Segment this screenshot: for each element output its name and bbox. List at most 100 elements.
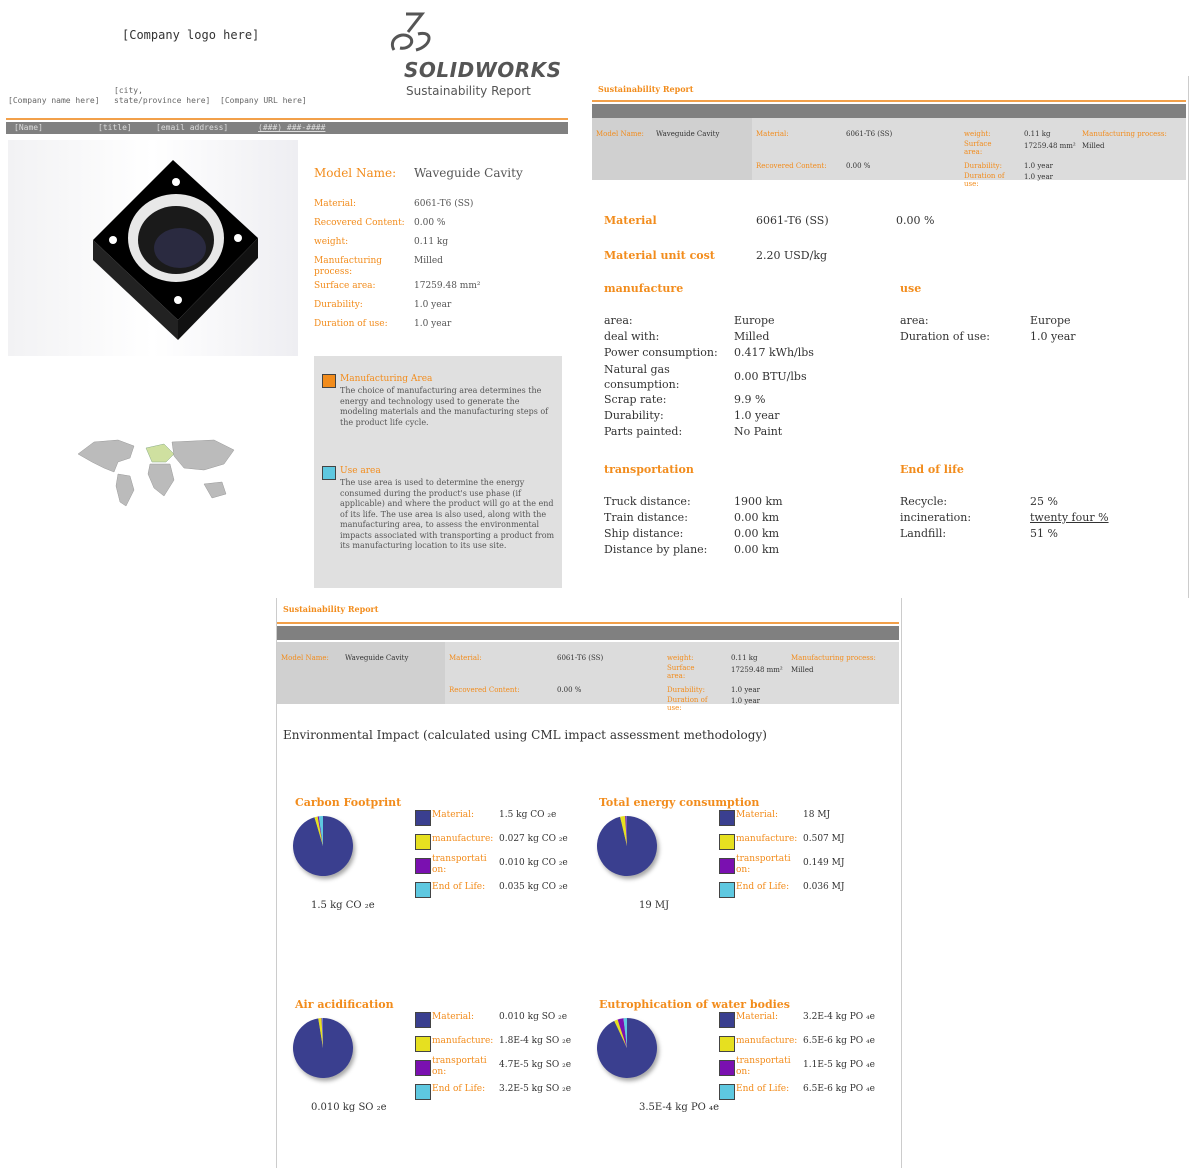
chart-total: 19 MJ: [639, 900, 670, 911]
hdr-surface-value: 17259.48 mm²: [731, 666, 783, 674]
hdr-duration-label: Duration of use:: [964, 172, 1005, 188]
legend-swatch: [415, 1036, 431, 1052]
orange-rule: [277, 622, 899, 624]
contact-name: [Name]: [14, 123, 43, 132]
legend-swatch: [719, 1060, 735, 1076]
row-label: area:: [604, 314, 633, 327]
hdr-recovered-value: 0.00 %: [846, 162, 871, 170]
hdr-recovered-label: Recovered Content:: [449, 686, 520, 694]
row-value: Europe: [734, 314, 775, 327]
legend-swatch: [415, 810, 431, 826]
row-value: twenty four %: [1030, 511, 1109, 524]
row-label: Landfill:: [900, 527, 947, 540]
manufacture-heading: manufacture: [604, 282, 684, 295]
row-value: 51 %: [1030, 527, 1058, 540]
legend-label: transportati on:: [432, 1056, 487, 1077]
hdr-surface-label: Surface area:: [667, 664, 695, 680]
legend-label: manufacture:: [736, 834, 798, 844]
header-bar: [592, 104, 1186, 118]
chart-title: Total energy consumption: [599, 796, 760, 809]
field-value: 1.0 year: [414, 300, 452, 310]
impact-chart-block: Carbon Footprint 1.5 kg CO ₂e Material: 1.5…: [293, 796, 595, 926]
row-value: 0.00 BTU/lbs: [734, 370, 807, 383]
header-bar: [277, 626, 899, 640]
row-value: 9.9 %: [734, 393, 766, 406]
legend-value: 3.2E-4 kg PO ₄e: [803, 1012, 875, 1022]
legend-label: Material:: [432, 1012, 474, 1022]
field-value: 17259.48 mm²: [414, 281, 481, 291]
row-value: 25 %: [1030, 495, 1058, 508]
use-area-swatch: [322, 466, 336, 480]
material-percent: 0.00 %: [896, 214, 935, 227]
legend-value: 0.010 kg CO ₂e: [499, 858, 568, 868]
row-label: incineration:: [900, 511, 972, 524]
legend-swatch: [415, 1084, 431, 1100]
material-cost-value: 2.20 USD/kg: [756, 249, 828, 262]
hdr-recovered-value: 0.00 %: [557, 686, 582, 694]
end-of-life-heading: End of life: [900, 463, 964, 476]
legend-swatch: [719, 1036, 735, 1052]
row-value: Europe: [1030, 314, 1071, 327]
legend-value: 18 MJ: [803, 810, 831, 820]
field-label: Surface area:: [314, 281, 376, 291]
row-label: Durability:: [604, 409, 664, 422]
material-cost-heading: Material unit cost: [604, 249, 715, 262]
chart-title: Carbon Footprint: [295, 796, 402, 809]
legend-value: 0.149 MJ: [803, 858, 845, 868]
row-label: Natural gas consumption:: [604, 363, 680, 391]
model-name-value: Waveguide Cavity: [414, 166, 523, 180]
legend-label: Material:: [432, 810, 474, 820]
legend-label: transportati on:: [432, 854, 487, 875]
row-label: Scrap rate:: [604, 393, 667, 406]
hdr-process-label: Manufacturing process:: [791, 654, 876, 662]
legend-swatch: [719, 1012, 735, 1028]
impact-chart-block: Eutrophication of water bodies 3.5E-4 kg …: [597, 998, 899, 1128]
contact-email: [email address]: [156, 123, 229, 132]
report-page-1: [Company logo here] SOLIDWORKS Sustainab…: [6, 4, 570, 594]
summary-header: Model Name: Waveguide Cavity Material: 6…: [277, 642, 899, 712]
legend-label: transportati on:: [736, 1056, 791, 1077]
manufacturing-area-title: Manufacturing Area: [340, 374, 433, 384]
pie-chart: [293, 816, 353, 876]
hdr-recovered-label: Recovered Content:: [756, 162, 827, 170]
field-label: Duration of use:: [314, 319, 388, 329]
hdr-material-value: 6061-T6 (SS): [557, 654, 604, 662]
legend-swatch: [415, 858, 431, 874]
legend-value: 0.036 MJ: [803, 882, 845, 892]
legend-label: transportati on:: [736, 854, 791, 875]
row-value: 1900 km: [734, 495, 783, 508]
field-label: Recovered Content:: [314, 218, 405, 228]
material-heading: Material: [604, 214, 657, 227]
legend-swatch: [415, 882, 431, 898]
contact-phone: (###) ###-####: [258, 123, 326, 132]
legend-swatch: [415, 1012, 431, 1028]
manufacturing-area-swatch: [322, 374, 336, 388]
chart-title: Eutrophication of water bodies: [599, 998, 791, 1011]
hdr-duration-value: 1.0 year: [1024, 173, 1053, 181]
hdr-weight-label: weight:: [667, 654, 694, 662]
legend-label: End of Life:: [432, 882, 486, 892]
hdr-process-value: Milled: [791, 666, 814, 674]
legend-value: 1.5 kg CO ₂e: [499, 810, 557, 820]
model-name-label: Model Name:: [314, 166, 397, 180]
row-value: 0.417 kWh/lbs: [734, 346, 814, 359]
row-value: No Paint: [734, 425, 783, 438]
field-value: Milled: [414, 256, 443, 266]
chart-title: Air acidification: [295, 998, 394, 1011]
report-page-3: Sustainability Report Model Name: Wavegu…: [276, 598, 902, 1168]
legend-value: 6.5E-6 kg PO ₄e: [803, 1084, 875, 1094]
hdr-durability-label: Durability:: [964, 162, 1002, 170]
hdr-duration-value: 1.0 year: [731, 697, 760, 705]
row-label: Parts painted:: [604, 425, 683, 438]
hdr-material-label: Material:: [756, 130, 789, 138]
row-label: deal with:: [604, 330, 660, 343]
report-page-2: Sustainability Report Model Name: Wavegu…: [592, 76, 1189, 598]
hdr-durability-value: 1.0 year: [1024, 162, 1053, 170]
legend-value: 0.027 kg CO ₂e: [499, 834, 568, 844]
row-value: 1.0 year: [1030, 330, 1076, 343]
legend-value: 6.5E-6 kg PO ₄e: [803, 1036, 875, 1046]
legend-swatch: [719, 858, 735, 874]
legend-swatch: [415, 1060, 431, 1076]
field-value: 0.11 kg: [414, 237, 449, 247]
impact-chart-block: Air acidification 0.010 kg SO ₂e Material:…: [293, 998, 595, 1128]
